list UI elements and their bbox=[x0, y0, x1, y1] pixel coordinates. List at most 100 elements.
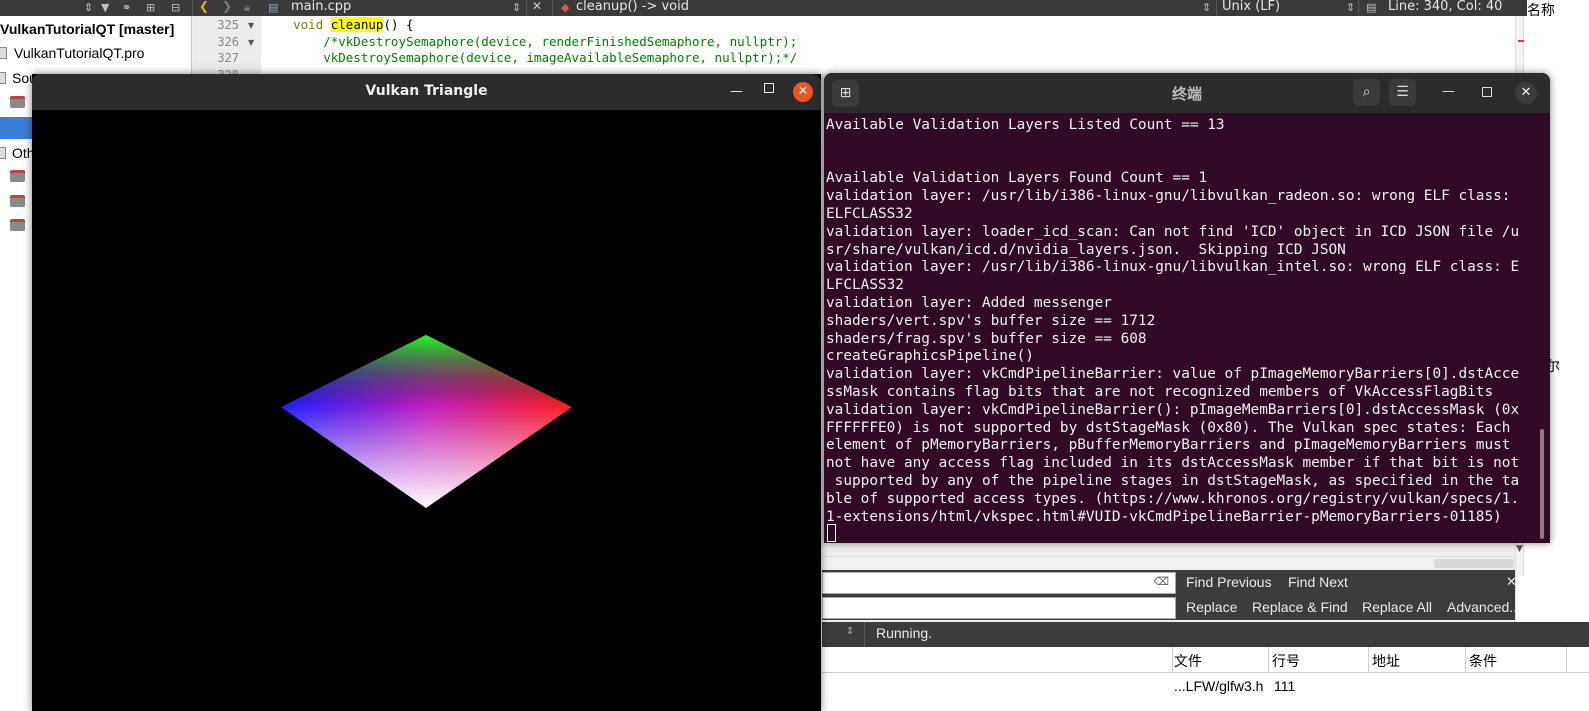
vulkan-window[interactable]: Vulkan Triangle — ✕ bbox=[32, 74, 821, 711]
terminal-line: ble of supported access types. (https://… bbox=[826, 490, 1520, 507]
replace-button[interactable]: Replace bbox=[1186, 599, 1237, 615]
hamburger-menu-icon[interactable]: ☰ bbox=[1389, 79, 1416, 106]
scroll-down-icon[interactable]: ▼ bbox=[1516, 544, 1523, 554]
replace-input[interactable] bbox=[822, 597, 1176, 619]
terminal-line: ssMask contains flag bits that are not r… bbox=[826, 384, 1494, 400]
error-marker bbox=[1518, 40, 1524, 42]
pro-file-icon bbox=[0, 47, 7, 59]
folder-icon bbox=[10, 96, 25, 108]
col-file[interactable]: 文件 bbox=[1174, 651, 1202, 671]
close-file-icon[interactable]: ✕ bbox=[532, 0, 542, 13]
replace-all-button[interactable]: Replace All bbox=[1362, 599, 1432, 615]
table-row[interactable]: ...LFW/glfw3.h 111 bbox=[822, 673, 1589, 711]
terminal-line: LFCLASS32 bbox=[826, 277, 904, 294]
advanced-button[interactable]: Advanced... bbox=[1447, 599, 1521, 615]
selected-row[interactable] bbox=[0, 117, 32, 139]
function-dropdown-icon[interactable]: ⇕ bbox=[1202, 1, 1211, 14]
file-tab[interactable]: main.cpp bbox=[291, 0, 351, 14]
terminal-cursor bbox=[827, 524, 836, 542]
breakpoint-file: ...LFW/glfw3.h bbox=[1174, 678, 1264, 694]
close-find-icon[interactable]: ✕ bbox=[1506, 574, 1517, 590]
search-icon[interactable]: ⌕ bbox=[1353, 79, 1380, 106]
maximize-icon[interactable] bbox=[1482, 87, 1492, 97]
terminal-line: element of pMemoryBarriers, pBufferMemor… bbox=[826, 437, 1511, 454]
split-icon[interactable]: ⊞ bbox=[146, 1, 155, 14]
terminal-line: sr/share/vulkan/icd.d/nvidia_layers.json… bbox=[826, 241, 1346, 258]
forward-icon[interactable]: ❯ bbox=[222, 0, 232, 13]
terminal-line: validation layer: /usr/lib/i386-linux-gn… bbox=[826, 188, 1511, 205]
name-column-header: 名称 bbox=[1527, 0, 1589, 19]
terminal-line: shaders/frag.spv's buffer size == 608 bbox=[826, 330, 1147, 347]
fold-marker-icon[interactable]: ▼ bbox=[248, 38, 254, 47]
find-next-button[interactable]: Find Next bbox=[1288, 574, 1348, 590]
folder-icon bbox=[10, 170, 25, 182]
line-ending-dropdown-icon[interactable]: ⇕ bbox=[1346, 1, 1355, 14]
lower-triangle-white bbox=[281, 407, 572, 508]
thread-dropdown-icon[interactable]: ⇕ bbox=[846, 626, 854, 637]
debugger-status-bar: ⇕ Running. bbox=[822, 622, 1589, 647]
document-icon[interactable]: ▤ bbox=[1366, 1, 1376, 14]
col-line[interactable]: 行号 bbox=[1272, 651, 1300, 671]
line-ending-select[interactable]: Unix (LF) bbox=[1222, 0, 1280, 14]
breakpoint-line: 111 bbox=[1274, 678, 1296, 694]
folder-icon bbox=[10, 195, 25, 207]
terminal-line: validation layer: loader_icd_scan: Can n… bbox=[826, 223, 1520, 240]
code-line-327: vkDestroySemaphore(device, imageAvailabl… bbox=[263, 50, 798, 65]
run-status: Running. bbox=[876, 625, 933, 641]
terminal-window[interactable]: ⊞ 终端 ⌕ ☰ — ✕ Available Validation Layers… bbox=[824, 73, 1550, 543]
terminal-line: FFFFFFE0) is not supported by dstStageMa… bbox=[826, 419, 1511, 436]
ide-toolbar: ⇕ ▼ ⚭ ⊞ ⊟ ❮ ❯ 🔒︎ ▤ main.cpp ⇕ ✕ ◆ cleanu… bbox=[0, 0, 1589, 16]
terminal-scrollbar[interactable] bbox=[1540, 429, 1544, 539]
terminal-output[interactable]: Available Validation Layers Listed Count… bbox=[826, 114, 1538, 542]
terminal-line: validation layer: vkCmdPipelineBarrier()… bbox=[826, 401, 1520, 418]
terminal-line: Available Validation Layers Listed Count… bbox=[826, 117, 1225, 133]
terminal-line: createGraphicsPipeline() bbox=[826, 348, 1034, 365]
close-icon[interactable]: ✕ bbox=[793, 82, 813, 102]
terminal-line: ELFCLASS32 bbox=[826, 206, 913, 222]
terminal-line: 1-extensions/html/vkspec.html#VUID-vkCmd… bbox=[826, 508, 1502, 525]
link-icon[interactable]: ⚭ bbox=[122, 1, 131, 14]
clear-input-icon[interactable]: ⌫ bbox=[1153, 575, 1169, 588]
render-canvas bbox=[281, 335, 572, 508]
back-icon[interactable]: ❮ bbox=[199, 0, 209, 13]
terminal-line: validation layer: Added messenger bbox=[826, 295, 1112, 311]
other-folder-icon bbox=[0, 147, 6, 159]
terminal-line: supported by any of the pipeline stages … bbox=[826, 473, 1520, 489]
close-split-icon[interactable]: ⊟ bbox=[171, 1, 180, 14]
file-dropdown-icon[interactable]: ⇕ bbox=[512, 1, 521, 14]
col-address[interactable]: 地址 bbox=[1372, 651, 1400, 671]
minimize-icon[interactable]: — bbox=[1442, 84, 1455, 99]
cpp-file-icon: ▤ bbox=[268, 1, 279, 14]
terminal-line: validation layer: /usr/lib/i386-linux-gn… bbox=[826, 259, 1520, 276]
function-crumb[interactable]: cleanup() -> void bbox=[576, 0, 689, 14]
col-condition[interactable]: 条件 bbox=[1469, 651, 1497, 671]
maximize-icon[interactable] bbox=[764, 83, 774, 93]
find-previous-button[interactable]: Find Previous bbox=[1186, 574, 1272, 590]
replace-find-button[interactable]: Replace & Find bbox=[1252, 599, 1348, 615]
folder-icon bbox=[10, 219, 25, 231]
editor-hscroll[interactable] bbox=[822, 556, 1515, 570]
code-line-325: void cleanup() { bbox=[293, 17, 414, 32]
window-title: Vulkan Triangle bbox=[365, 83, 488, 99]
minimize-icon[interactable]: — bbox=[730, 84, 743, 99]
code-line-326: /*vkDestroySemaphore(device, renderFinis… bbox=[263, 34, 798, 49]
find-input[interactable]: ⌫ bbox=[822, 572, 1176, 594]
filter-icon[interactable]: ▼ bbox=[101, 1, 109, 14]
terminal-line: validation layer: vkCmdPipelineBarrier: … bbox=[826, 366, 1520, 383]
terminal-titlebar[interactable]: ⊞ 终端 ⌕ ☰ — ✕ bbox=[824, 73, 1550, 113]
lock-icon: 🔒︎ bbox=[244, 1, 250, 14]
terminal-line: Available Validation Layers Found Count … bbox=[826, 170, 1208, 187]
source-folder-icon bbox=[0, 72, 6, 84]
line-number-gutter: 325 ▼ 326 ▼ 327 328 bbox=[193, 16, 261, 82]
cursor-position[interactable]: Line: 340, Col: 40 bbox=[1388, 0, 1502, 14]
terminal-line: not have any access flag included in its… bbox=[826, 455, 1520, 472]
fold-marker-icon[interactable]: ▼ bbox=[248, 21, 254, 30]
terminal-line: shaders/vert.spv's buffer size == 1712 bbox=[826, 312, 1156, 329]
project-title[interactable]: VulkanTutorialQT [master] bbox=[0, 21, 174, 43]
sort-icon[interactable]: ⇕ bbox=[84, 1, 93, 14]
upper-triangle-green bbox=[281, 335, 572, 407]
function-icon: ◆ bbox=[561, 1, 570, 14]
vulkan-titlebar[interactable]: Vulkan Triangle — ✕ bbox=[32, 74, 821, 110]
close-icon[interactable]: ✕ bbox=[1515, 82, 1537, 104]
breakpoints-table-header: 文件 行号 地址 条件 bbox=[822, 647, 1589, 673]
